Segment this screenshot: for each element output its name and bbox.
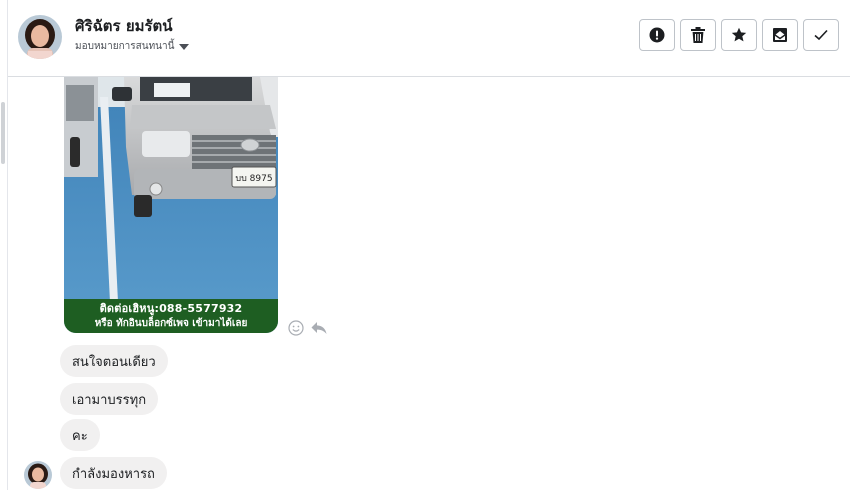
sender-avatar[interactable] xyxy=(24,461,52,489)
done-button[interactable] xyxy=(803,19,839,51)
check-icon xyxy=(814,29,828,41)
license-plate: บบ 8975 xyxy=(235,174,272,184)
chevron-down-icon xyxy=(179,43,190,50)
trash-icon xyxy=(691,27,705,43)
envelope-icon xyxy=(773,28,787,42)
report-button[interactable] xyxy=(639,19,675,51)
mark-unread-button[interactable] xyxy=(762,19,798,51)
star-icon xyxy=(731,27,747,42)
header-actions xyxy=(639,19,839,51)
star-button[interactable] xyxy=(721,19,757,51)
car-photo: บบ 8975 xyxy=(64,77,278,333)
photo-caption-phone: ติดต่อเฮิหนู:088-5577932 xyxy=(99,302,243,315)
contact-name[interactable]: ศิริฉัตร ยมรัตน์ xyxy=(75,14,173,38)
message-bubble[interactable]: คะ xyxy=(60,419,100,451)
scrollbar-thumb[interactable] xyxy=(1,102,5,164)
assign-label: มอบหมายการสนทนานี้ xyxy=(75,41,175,52)
message-bubble[interactable]: สนใจตอนเดียว xyxy=(60,345,168,377)
message-tools xyxy=(288,320,327,336)
message-bubble[interactable]: เอามาบรรทุก xyxy=(60,383,159,415)
photo-caption: ติดต่อเฮิหนู:088-5577932 หรือ ทักอินบล็อ… xyxy=(64,299,278,333)
conversation-header: ศิริฉัตร ยมรัตน์ มอบหมายการสนทนานี้ xyxy=(8,0,850,77)
message-thread[interactable]: บบ 8975 ติดต่อเฮิหนู:088-5577932 หรือ ทั… xyxy=(8,77,850,490)
exclamation-circle-icon xyxy=(649,27,665,43)
reply-icon[interactable] xyxy=(311,321,327,335)
photo-caption-inbox: หรือ ทักอินบล็อกซ์เพจ เข้ามาได้เลย xyxy=(94,318,248,329)
contact-avatar[interactable] xyxy=(18,15,62,59)
delete-button[interactable] xyxy=(680,19,716,51)
left-scrollbar[interactable] xyxy=(0,0,8,490)
emoji-react-icon[interactable] xyxy=(288,320,304,336)
assign-conversation-dropdown[interactable]: มอบหมายการสนทนานี้ xyxy=(75,39,190,54)
shared-photo[interactable]: บบ 8975 ติดต่อเฮิหนู:088-5577932 หรือ ทั… xyxy=(64,77,278,333)
message-bubble[interactable]: กำลังมองหารถ xyxy=(60,457,167,489)
